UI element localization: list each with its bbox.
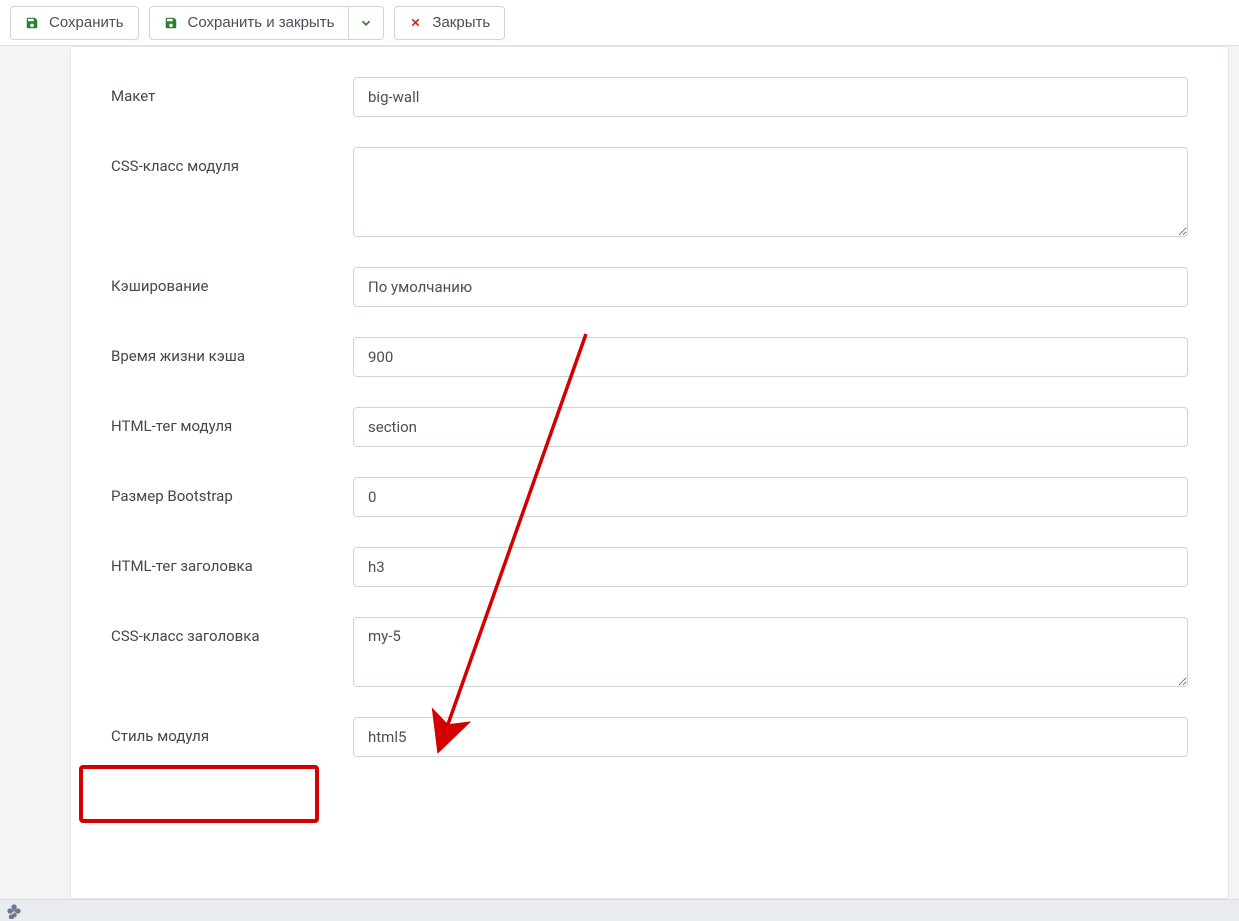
- label-module-style: Стиль модуля: [111, 717, 353, 745]
- row-cache-time: Время жизни кэша: [111, 337, 1188, 377]
- input-header-tag[interactable]: [353, 547, 1188, 587]
- label-cache-time: Время жизни кэша: [111, 337, 353, 365]
- row-module-tag: HTML-тег модуля: [111, 407, 1188, 447]
- annotation-arrow: [401, 329, 621, 759]
- input-header-class[interactable]: my-5: [353, 617, 1188, 687]
- annotation-highlight-box: [79, 765, 319, 823]
- close-icon: [409, 16, 422, 29]
- save-dropdown-button[interactable]: [349, 6, 384, 40]
- label-module-class: CSS-класс модуля: [111, 147, 353, 175]
- label-layout: Макет: [111, 77, 353, 105]
- save-close-group: Сохранить и закрыть: [149, 6, 385, 40]
- save-icon: [164, 16, 178, 30]
- label-header-class: CSS-класс заголовка: [111, 617, 353, 645]
- joomla-logo-icon: [6, 903, 22, 919]
- row-caching: Кэширование: [111, 267, 1188, 307]
- label-bootstrap-size: Размер Bootstrap: [111, 477, 353, 505]
- input-cache-time[interactable]: [353, 337, 1188, 377]
- save-close-label: Сохранить и закрыть: [188, 14, 335, 31]
- label-header-tag: HTML-тег заголовка: [111, 547, 353, 575]
- toolbar: Сохранить Сохранить и закрыть Закрыть: [0, 0, 1239, 46]
- save-label: Сохранить: [49, 14, 124, 31]
- input-layout[interactable]: [353, 77, 1188, 117]
- save-icon: [25, 16, 39, 30]
- row-module-class: CSS-класс модуля: [111, 147, 1188, 237]
- save-button[interactable]: Сохранить: [10, 6, 139, 40]
- row-layout: Макет: [111, 77, 1188, 117]
- label-module-tag: HTML-тег модуля: [111, 407, 353, 435]
- row-module-style: Стиль модуля: [111, 717, 1188, 757]
- input-caching[interactable]: [353, 267, 1188, 307]
- module-settings-card: Макет CSS-класс модуля Кэширование Время…: [70, 46, 1229, 899]
- input-bootstrap-size[interactable]: [353, 477, 1188, 517]
- input-module-class[interactable]: [353, 147, 1188, 237]
- input-module-tag[interactable]: [353, 407, 1188, 447]
- statusbar: [0, 899, 1239, 921]
- input-module-style[interactable]: [353, 717, 1188, 757]
- chevron-down-icon: [359, 16, 373, 30]
- row-header-class: CSS-класс заголовка my-5: [111, 617, 1188, 687]
- page-body: Макет CSS-класс модуля Кэширование Время…: [0, 46, 1239, 899]
- row-bootstrap-size: Размер Bootstrap: [111, 477, 1188, 517]
- save-close-button[interactable]: Сохранить и закрыть: [149, 6, 350, 40]
- label-caching: Кэширование: [111, 267, 353, 295]
- close-button[interactable]: Закрыть: [394, 6, 505, 40]
- row-header-tag: HTML-тег заголовка: [111, 547, 1188, 587]
- close-label: Закрыть: [432, 14, 490, 31]
- left-spacer: [10, 46, 60, 899]
